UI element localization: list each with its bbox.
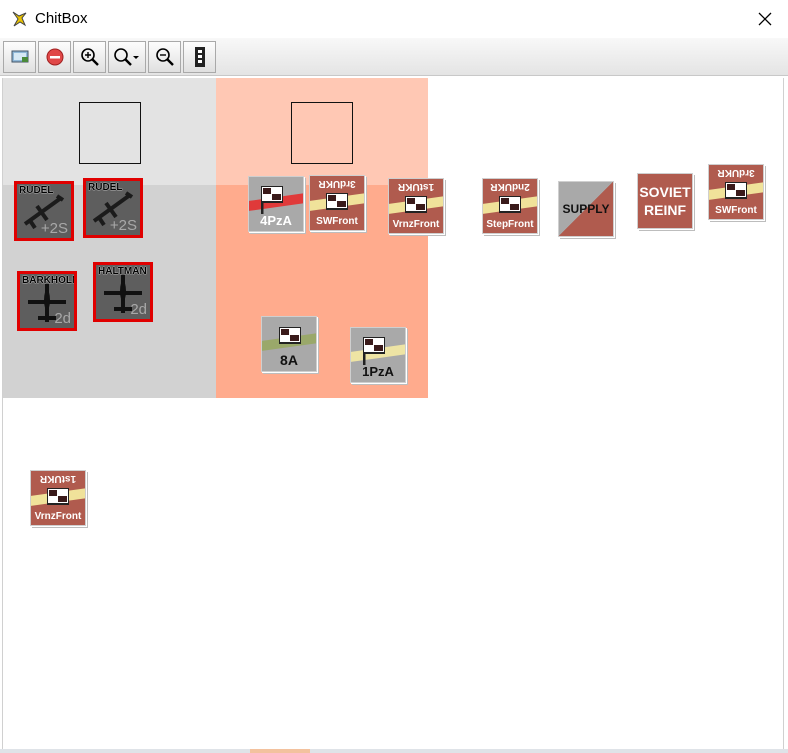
close-button[interactable] (742, 0, 788, 38)
counter-panel-button[interactable] (183, 41, 216, 73)
hq-flag-icon (499, 196, 521, 213)
zoom-dropdown-icon (114, 48, 139, 66)
toolbar (0, 38, 788, 76)
zoom-in-button[interactable] (73, 41, 106, 73)
counter-swfront[interactable]: 3rdUKR SWFront (309, 175, 365, 231)
air-unit-haltman[interactable]: HALTMAN 2d (93, 262, 153, 322)
hq-flag-icon (279, 327, 301, 344)
hq-flag-icon (261, 186, 283, 214)
counter-vrnzfront[interactable]: 1stUKR VrnzFront (388, 178, 444, 234)
zoom-out-button[interactable] (148, 41, 181, 73)
holding-box-right[interactable] (291, 102, 353, 164)
app-icon (12, 11, 27, 27)
stop-icon (46, 48, 63, 66)
counter-soviet-reinf[interactable]: SOVIET REINF (637, 173, 693, 229)
hq-flag-icon (405, 196, 427, 213)
zoom-out-icon (155, 48, 174, 66)
status-strip (0, 749, 788, 753)
status-strip-marker (250, 749, 310, 753)
air-unit-barkholn[interactable]: BARKHOLN 2d (17, 271, 77, 331)
hq-flag-icon (326, 193, 348, 210)
close-icon (758, 12, 772, 26)
window-title: ChitBox (35, 10, 88, 27)
hq-flag-icon (725, 182, 747, 199)
counter-8a[interactable]: 8A (261, 316, 317, 372)
hq-flag-icon (363, 337, 385, 365)
hq-flag-icon (47, 488, 69, 505)
counter-4pza[interactable]: 4PzA (248, 176, 304, 232)
screen-icon (11, 50, 28, 63)
counter-swfront-2[interactable]: 3rdUKR SWFront (708, 164, 764, 220)
counter-1pza[interactable]: 1PzA (350, 327, 406, 383)
counter-supply[interactable]: SUPPLY (558, 181, 614, 237)
air-unit-rudel[interactable]: RUDEL +2S (14, 181, 74, 241)
counter-stepfront[interactable]: 2ndUKR StepFront (482, 178, 538, 234)
counter-panel-icon (194, 47, 205, 67)
zoom-menu-button[interactable] (108, 41, 146, 73)
stop-button[interactable] (38, 41, 71, 73)
board-canvas[interactable]: RUDEL +2S RUDEL +2S BARKHOLN 2d HALTMAN … (2, 78, 784, 750)
air-unit-rudel-2[interactable]: RUDEL +2S (83, 178, 143, 238)
counter-vrnzfront-2[interactable]: 1stUKR VrnzFront (30, 470, 86, 526)
title-bar: ChitBox (0, 0, 788, 38)
holding-box-left[interactable] (79, 102, 141, 164)
screen-button[interactable] (3, 41, 36, 73)
zoom-in-icon (80, 48, 99, 66)
